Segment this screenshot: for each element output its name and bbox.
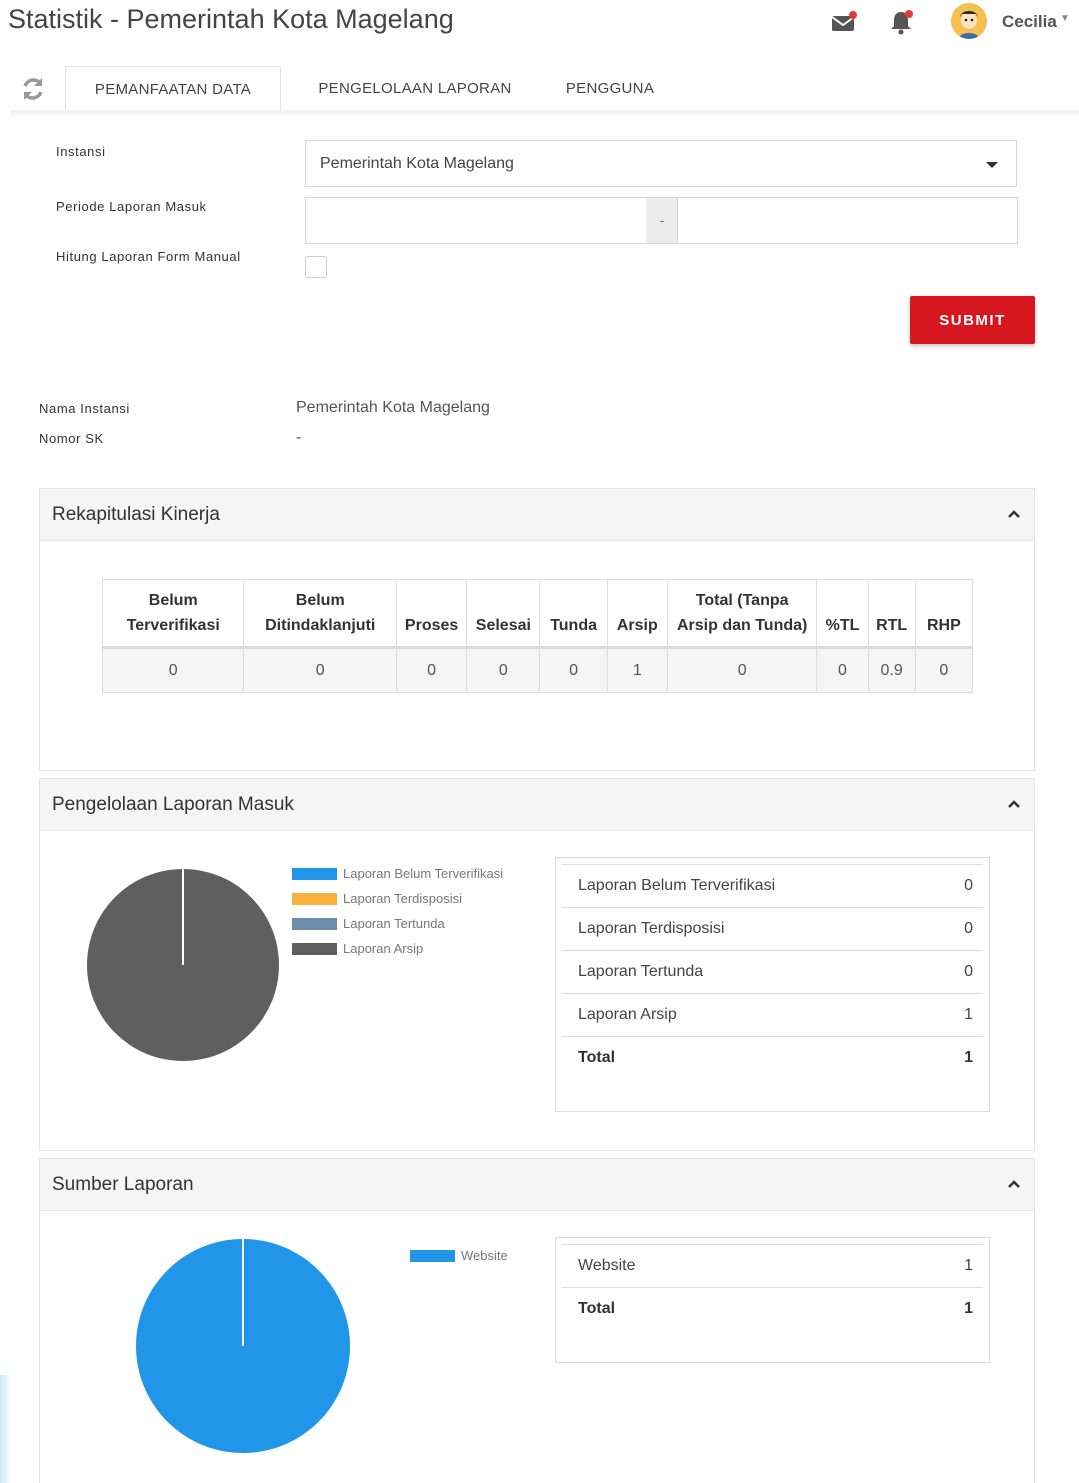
col-header: Arsip [606, 579, 668, 648]
mail-icon[interactable] [830, 8, 858, 36]
legend-swatch [292, 943, 337, 955]
summary-total-value: 1 [964, 1049, 973, 1066]
instansi-label: Instansi [56, 144, 106, 159]
col-header: Total (Tanpa Arsip dan Tunda) [666, 579, 818, 648]
col-header: Tunda [539, 579, 608, 648]
tab-pengelolaan-laporan[interactable]: PENGELOLAAN LAPORAN [300, 66, 530, 111]
pengelolaan-panel-header[interactable]: Pengelolaan Laporan Masuk [40, 779, 1034, 831]
sumber-pie-chart [136, 1239, 350, 1453]
rekapitulasi-panel-header[interactable]: Rekapitulasi Kinerja [40, 489, 1034, 541]
summary-value: 0 [964, 920, 973, 937]
avatar-face-icon [951, 3, 987, 39]
decorative-edge [0, 1375, 12, 1483]
summary-label: Laporan Tertunda [578, 963, 704, 980]
avatar[interactable] [951, 3, 987, 39]
submit-button[interactable]: SUBMIT [910, 296, 1035, 344]
nomor-sk-value: - [296, 429, 302, 446]
summary-value: 0 [964, 877, 973, 894]
table-cell: 0 [243, 647, 397, 693]
table-cell: 0 [466, 647, 541, 693]
page-title: Statistik - Pemerintah Kota Magelang [8, 4, 454, 34]
legend-swatch [292, 868, 337, 880]
chevron-up-icon[interactable] [1006, 506, 1022, 522]
summary-total-row: Total 1 [562, 1036, 983, 1080]
pengelolaan-title: Pengelolaan Laporan Masuk [52, 794, 294, 815]
instansi-select-value: Pemerintah Kota Magelang [320, 155, 514, 172]
sumber-summary: Website 1 Total 1 [555, 1237, 990, 1363]
col-header: Proses [395, 579, 468, 648]
table-cell: 0 [539, 647, 608, 693]
col-header: RTL [867, 579, 916, 648]
summary-row: Laporan Terdisposisi 0 [562, 907, 983, 951]
table-cell: 0 [666, 647, 818, 693]
refresh-icon[interactable] [20, 75, 46, 103]
summary-value: 1 [964, 1257, 973, 1274]
summary-value: 0 [964, 963, 973, 980]
user-menu-caret-icon[interactable]: ▼ [1060, 13, 1070, 24]
table-cell: 0 [395, 647, 468, 693]
tab-pengguna[interactable]: PENGGUNA [545, 66, 675, 111]
legend-item: Laporan Tertunda [343, 916, 445, 931]
col-header: Belum Ditindaklanjuti [243, 579, 397, 648]
table-cell: 1 [606, 647, 668, 693]
user-name[interactable]: Cecilia [1002, 12, 1057, 32]
summary-value: 1 [964, 1006, 973, 1023]
hitung-manual-checkbox[interactable] [305, 256, 327, 278]
instansi-select[interactable]: Pemerintah Kota Magelang [305, 140, 1017, 187]
legend-swatch [410, 1250, 455, 1262]
periode-separator: - [646, 197, 678, 244]
summary-total-label: Total [578, 1049, 616, 1066]
legend-item: Website [461, 1248, 508, 1263]
summary-row: Laporan Belum Terverifikasi 0 [562, 864, 983, 908]
legend-item: Laporan Terdisposisi [343, 891, 462, 906]
pengelolaan-pie-chart [87, 869, 279, 1061]
sumber-title: Sumber Laporan [52, 1174, 194, 1195]
summary-row: Laporan Arsip 1 [562, 993, 983, 1037]
legend-swatch [292, 893, 337, 905]
summary-label: Laporan Belum Terverifikasi [578, 877, 776, 894]
nama-instansi-value: Pemerintah Kota Magelang [296, 399, 490, 416]
nomor-sk-label: Nomor SK [39, 431, 104, 446]
chevron-down-icon [986, 162, 998, 168]
nav-divider [10, 110, 1079, 118]
sumber-panel-header[interactable]: Sumber Laporan [40, 1159, 1034, 1211]
summary-total-value: 1 [964, 1300, 973, 1317]
hitung-manual-label: Hitung Laporan Form Manual [56, 249, 241, 264]
legend-item: Laporan Belum Terverifikasi [343, 866, 504, 881]
rekapitulasi-panel: Rekapitulasi Kinerja Belum Terverifikasi… [39, 488, 1035, 771]
summary-total-row: Total 1 [562, 1287, 983, 1331]
summary-total-label: Total [578, 1300, 616, 1317]
periode-end-input[interactable] [677, 197, 1018, 244]
table-cell: 0 [816, 647, 869, 693]
periode-label: Periode Laporan Masuk [56, 199, 207, 214]
rekapitulasi-header-row: Belum Terverifikasi Belum Ditindaklanjut… [101, 579, 974, 648]
bell-icon[interactable] [888, 8, 916, 36]
table-cell: 0.9 [867, 647, 916, 693]
sumber-panel: Sumber Laporan Website Website 1 Total 1 [39, 1158, 1035, 1483]
legend-item: Laporan Arsip [343, 941, 424, 956]
summary-row: Laporan Tertunda 0 [562, 950, 983, 994]
summary-row: Website 1 [562, 1244, 983, 1288]
table-row: 0 0 0 0 0 1 0 0 0.9 0 [101, 647, 974, 693]
col-header: Belum Terverifikasi [101, 579, 245, 648]
rekapitulasi-title: Rekapitulasi Kinerja [52, 504, 220, 525]
col-header: %TL [816, 579, 869, 648]
table-cell: 0 [914, 647, 974, 693]
summary-label: Website [578, 1257, 636, 1274]
pengelolaan-panel: Pengelolaan Laporan Masuk Laporan Belum … [39, 778, 1035, 1151]
nama-instansi-label: Nama Instansi [39, 401, 130, 416]
legend-swatch [292, 918, 337, 930]
periode-start-input[interactable] [305, 197, 647, 244]
col-header: Selesai [466, 579, 541, 648]
tab-pemanfaatan-data[interactable]: PEMANFAATAN DATA [65, 66, 281, 112]
table-cell: 0 [101, 647, 245, 693]
summary-label: Laporan Terdisposisi [578, 920, 725, 937]
chevron-up-icon[interactable] [1006, 796, 1022, 812]
col-header: RHP [914, 579, 974, 648]
chevron-up-icon[interactable] [1006, 1176, 1022, 1192]
pengelolaan-summary: Laporan Belum Terverifikasi 0 Laporan Te… [555, 857, 990, 1112]
rekapitulasi-table: Belum Terverifikasi Belum Ditindaklanjut… [101, 579, 974, 693]
summary-label: Laporan Arsip [578, 1006, 677, 1023]
